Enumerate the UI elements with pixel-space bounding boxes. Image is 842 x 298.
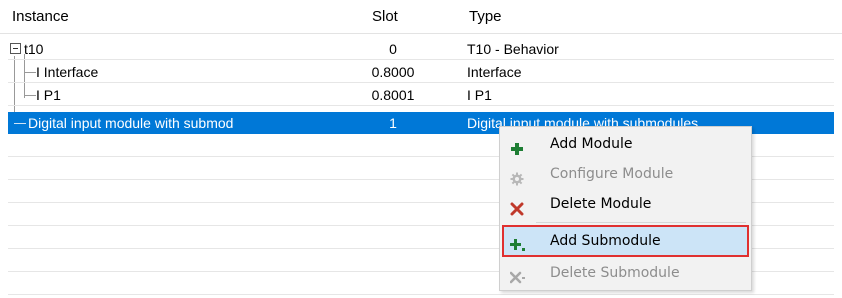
type-cell: Interface — [467, 64, 522, 80]
instance-cell: t10 — [24, 41, 44, 57]
plus-sub-icon — [510, 234, 525, 251]
menu-item-delete-submodule[interactable]: Delete Submodule — [502, 258, 749, 288]
column-header-type[interactable]: Type — [469, 0, 502, 33]
table-row[interactable]: I Interface 0.8000 Interface — [8, 61, 834, 83]
x-sub-icon — [509, 266, 525, 284]
menu-item-label: Configure Module — [550, 166, 674, 182]
menu-item-label: Delete Module — [550, 196, 652, 212]
slot-cell: 0 — [389, 41, 397, 57]
context-menu: Add Module Configure Module Delete Modul… — [499, 126, 752, 291]
menu-item-configure-module[interactable]: Configure Module — [502, 159, 749, 189]
x-icon — [510, 197, 524, 216]
type-cell: T10 - Behavior — [467, 41, 559, 57]
instance-cell: I Interface — [36, 64, 99, 80]
plus-icon — [510, 137, 524, 155]
instance-cell: Digital input module with submod — [28, 115, 234, 131]
grid-header: Instance Slot Type — [0, 0, 842, 34]
menu-item-label: Add Submodule — [550, 233, 661, 249]
column-header-instance[interactable]: Instance — [12, 0, 69, 33]
menu-item-label: Delete Submodule — [550, 265, 680, 281]
menu-item-add-module[interactable]: Add Module — [502, 129, 749, 159]
collapse-minus-icon[interactable] — [10, 43, 21, 54]
menu-item-label: Add Module — [550, 136, 633, 152]
slot-cell: 0.8001 — [371, 87, 415, 103]
tree-connector — [14, 123, 26, 124]
tree-connector — [24, 95, 36, 96]
menu-item-add-submodule[interactable]: Add Submodule — [502, 225, 749, 257]
tree-connector — [24, 72, 36, 73]
slot-cell: 0.8000 — [371, 64, 415, 80]
gear-icon — [510, 167, 524, 186]
slot-cell: 1 — [389, 115, 397, 131]
menu-item-delete-module[interactable]: Delete Module — [502, 189, 749, 219]
type-cell: I P1 — [467, 87, 492, 103]
menu-separator — [536, 222, 746, 223]
column-header-slot[interactable]: Slot — [372, 0, 398, 33]
table-row[interactable]: t10 0 T10 - Behavior — [8, 38, 834, 60]
table-row[interactable]: I P1 0.8001 I P1 — [8, 84, 834, 106]
instance-cell: I P1 — [36, 87, 61, 103]
